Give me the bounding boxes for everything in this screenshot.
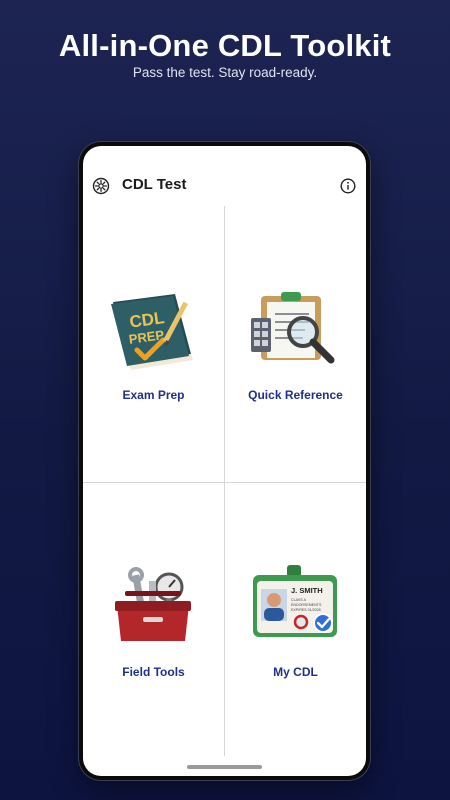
feature-grid: CDL PREP Exam Prep Quick Reference Field… — [83, 206, 366, 756]
gear-icon — [92, 177, 110, 195]
info-icon — [340, 178, 356, 194]
tile-label-quick-reference: Quick Reference — [248, 388, 343, 402]
tile-label-exam-prep: Exam Prep — [122, 388, 185, 402]
toolbox-icon — [115, 567, 191, 641]
card-name: J. SMITH — [291, 586, 323, 595]
cdl-prep-book-icon: CDL PREP — [111, 294, 193, 370]
clipboard-magnifier-icon — [251, 292, 335, 364]
tile-label-field-tools: Field Tools — [122, 665, 185, 679]
card-line2: ENDORSEMENTS — [291, 603, 322, 607]
app-screen: CDL Test CDL PREP Exam Prep Quick Refere… — [83, 146, 366, 776]
promo-subhead: Pass the test. Stay road-ready. — [132, 65, 318, 80]
tile-quick-reference[interactable]: Quick Reference — [225, 206, 366, 482]
license-card-icon: J. SMITH CLASS A ENDORSEMENTS EXPIRES 01… — [253, 565, 337, 637]
tile-my-cdl[interactable]: J. SMITH CLASS A ENDORSEMENTS EXPIRES 01… — [225, 483, 366, 759]
app-top-bar: CDL Test — [83, 168, 366, 202]
tile-label-my-cdl: My CDL — [273, 665, 318, 679]
home-indicator[interactable] — [187, 765, 262, 769]
app-title: CDL Test — [122, 176, 187, 193]
promo-headline: All-in-One CDL Toolkit — [58, 28, 392, 63]
card-line3: EXPIRES 01/2028 — [291, 608, 321, 612]
card-class: CLASS A — [291, 598, 307, 602]
tile-field-tools[interactable]: Field Tools — [83, 483, 224, 759]
settings-button[interactable] — [92, 177, 110, 195]
info-button[interactable] — [340, 178, 356, 194]
phone-frame: CDL Test CDL PREP Exam Prep Quick Refere… — [79, 142, 370, 780]
tile-exam-prep[interactable]: CDL PREP Exam Prep — [83, 206, 224, 482]
